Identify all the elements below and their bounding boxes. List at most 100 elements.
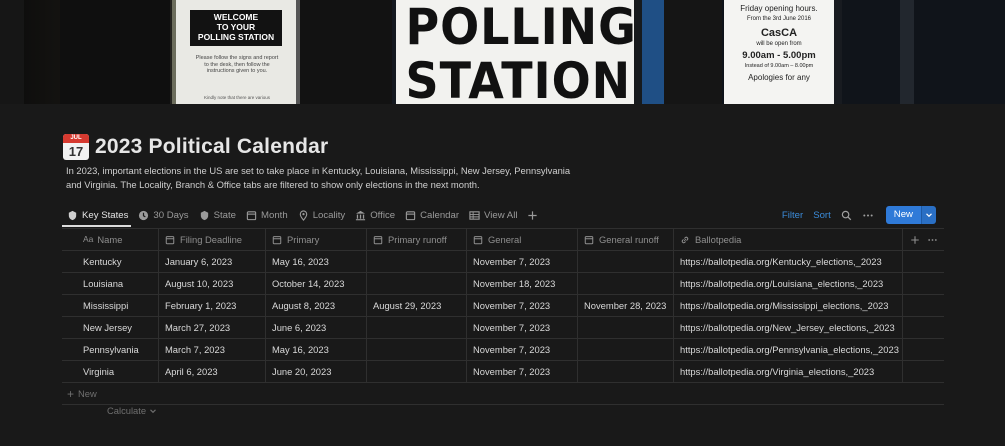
chevron-down-icon [150, 408, 156, 413]
cell-name[interactable]: Pennsylvania [62, 339, 159, 360]
cell-primary-runoff[interactable] [367, 251, 467, 272]
tab-label: Key States [82, 209, 129, 221]
cell-filing-deadline[interactable]: February 1, 2023 [159, 295, 266, 316]
cell-general[interactable]: November 7, 2023 [467, 317, 578, 338]
cell-general[interactable]: November 7, 2023 [467, 339, 578, 360]
table-row[interactable]: Pennsylvania March 7, 2023 May 16, 2023 … [62, 339, 944, 361]
opening-hours-line: Apologies for any [748, 73, 810, 82]
tab-locality[interactable]: Locality [293, 204, 351, 226]
cell-primary-runoff[interactable] [367, 339, 467, 360]
plus-icon[interactable] [910, 235, 920, 245]
plus-icon [528, 210, 538, 220]
cell-ballotpedia[interactable]: https://ballotpedia.org/Pennsylvania_ele… [674, 339, 903, 360]
cell-ballotpedia[interactable]: https://ballotpedia.org/Virginia_electio… [674, 361, 903, 382]
cell-ballotpedia[interactable]: https://ballotpedia.org/New_Jersey_elect… [674, 317, 903, 338]
table-row[interactable]: Kentucky January 6, 2023 May 16, 2023 No… [62, 251, 944, 273]
calendar-emoji-icon[interactable]: JUL 17 [63, 134, 89, 160]
building-icon [356, 210, 366, 220]
table-row[interactable]: New Jersey March 27, 2023 June 6, 2023 N… [62, 317, 944, 339]
cover-image: WELCOME TO YOUR POLLING STATION Please f… [0, 0, 1005, 104]
column-header-general-runoff[interactable]: General runoff [578, 229, 674, 250]
tab-month[interactable]: Month [241, 204, 293, 226]
cell-general-runoff[interactable]: November 28, 2023 [578, 295, 674, 316]
tab-label: Calendar [420, 209, 460, 221]
cell-filing-deadline[interactable]: March 7, 2023 [159, 339, 266, 360]
cell-primary-runoff[interactable]: August 29, 2023 [367, 295, 467, 316]
cell-primary-runoff[interactable] [367, 361, 467, 382]
cell-name[interactable]: Kentucky [62, 251, 159, 272]
column-header-label: General runoff [599, 234, 659, 245]
calculate-button[interactable]: Calculate [107, 405, 157, 416]
tab-view-all[interactable]: View All [464, 204, 522, 226]
cell-name[interactable]: Louisiana [62, 273, 159, 294]
tab-state[interactable]: State [194, 204, 241, 226]
search-button[interactable] [841, 210, 852, 221]
column-header-primary[interactable]: Primary [266, 229, 367, 250]
cell-ballotpedia[interactable]: https://ballotpedia.org/Mississippi_elec… [674, 295, 903, 316]
column-header-general[interactable]: General [467, 229, 578, 250]
cell-general-runoff[interactable] [578, 339, 674, 360]
cell-name[interactable]: Mississippi [62, 295, 159, 316]
cell-general[interactable]: November 7, 2023 [467, 251, 578, 272]
new-row-button[interactable]: + New [62, 383, 944, 405]
cell-general[interactable]: November 18, 2023 [467, 273, 578, 294]
tab-label: Locality [312, 209, 346, 221]
column-header-ballotpedia[interactable]: Ballotpedia [674, 229, 903, 250]
calendar-emoji-month: JUL [63, 134, 89, 143]
cell-general-runoff[interactable] [578, 251, 674, 272]
sort-button[interactable]: Sort [813, 210, 831, 221]
polling-station-line: POLLING [405, 0, 637, 56]
table-row[interactable]: Virginia April 6, 2023 June 20, 2023 Nov… [62, 361, 944, 383]
add-view-button[interactable] [522, 204, 547, 226]
table-row[interactable]: Louisiana August 10, 2023 October 14, 20… [62, 273, 944, 295]
cell-primary[interactable]: August 8, 2023 [266, 295, 367, 316]
cell-primary[interactable]: May 16, 2023 [266, 339, 367, 360]
search-icon [841, 210, 852, 220]
cell-primary-runoff[interactable] [367, 273, 467, 294]
cell-primary[interactable]: May 16, 2023 [266, 251, 367, 272]
ellipsis-icon[interactable] [927, 235, 938, 245]
tab-office[interactable]: Office [350, 204, 400, 226]
cell-filing-deadline[interactable]: August 10, 2023 [159, 273, 266, 294]
column-header-name[interactable]: Aa Name [62, 229, 159, 250]
cell-primary[interactable]: June 6, 2023 [266, 317, 367, 338]
cell-primary-runoff[interactable] [367, 317, 467, 338]
filter-button[interactable]: Filter [782, 210, 803, 221]
tab-label: View All [484, 209, 518, 221]
column-header-filing-deadline[interactable]: Filing Deadline [159, 229, 266, 250]
cell-name[interactable]: Virginia [62, 361, 159, 382]
new-dropdown-button[interactable] [921, 206, 936, 224]
ellipsis-icon [863, 213, 873, 217]
cell-spacer [903, 251, 944, 272]
cell-general-runoff[interactable] [578, 361, 674, 382]
cell-filing-deadline[interactable]: January 6, 2023 [159, 251, 266, 272]
page-description[interactable]: In 2023, important elections in the US a… [66, 164, 576, 192]
cell-general[interactable]: November 7, 2023 [467, 295, 578, 316]
tab-30-days[interactable]: 30 Days [133, 204, 193, 226]
cell-filing-deadline[interactable]: March 27, 2023 [159, 317, 266, 338]
cell-ballotpedia[interactable]: https://ballotpedia.org/Kentucky_electio… [674, 251, 903, 272]
column-header-primary-runoff[interactable]: Primary runoff [367, 229, 467, 250]
table-row[interactable]: Mississippi February 1, 2023 August 8, 2… [62, 295, 944, 317]
welcome-sign-line: WELCOME [213, 12, 259, 22]
date-property-icon [272, 235, 282, 244]
new-button[interactable]: New [885, 206, 921, 224]
page-title[interactable]: 2023 Political Calendar [95, 135, 328, 159]
cell-primary[interactable]: October 14, 2023 [266, 273, 367, 294]
polling-station-line: STATION [405, 52, 632, 104]
cell-general-runoff[interactable] [578, 273, 674, 294]
new-row-label: New [78, 388, 97, 399]
cell-spacer [903, 317, 944, 338]
more-options-button[interactable] [862, 210, 874, 221]
cell-ballotpedia[interactable]: https://ballotpedia.org/Louisiana_electi… [674, 273, 903, 294]
tab-key-states[interactable]: Key States [62, 204, 133, 226]
tab-calendar[interactable]: Calendar [400, 204, 464, 226]
cell-primary[interactable]: June 20, 2023 [266, 361, 367, 382]
tab-label: State [213, 209, 237, 221]
cell-general[interactable]: November 7, 2023 [467, 361, 578, 382]
cell-name[interactable]: New Jersey [62, 317, 159, 338]
cell-filing-deadline[interactable]: April 6, 2023 [159, 361, 266, 382]
opening-hours-line: Friday opening hours. [740, 4, 818, 13]
badge-icon [200, 210, 208, 220]
cell-general-runoff[interactable] [578, 317, 674, 338]
